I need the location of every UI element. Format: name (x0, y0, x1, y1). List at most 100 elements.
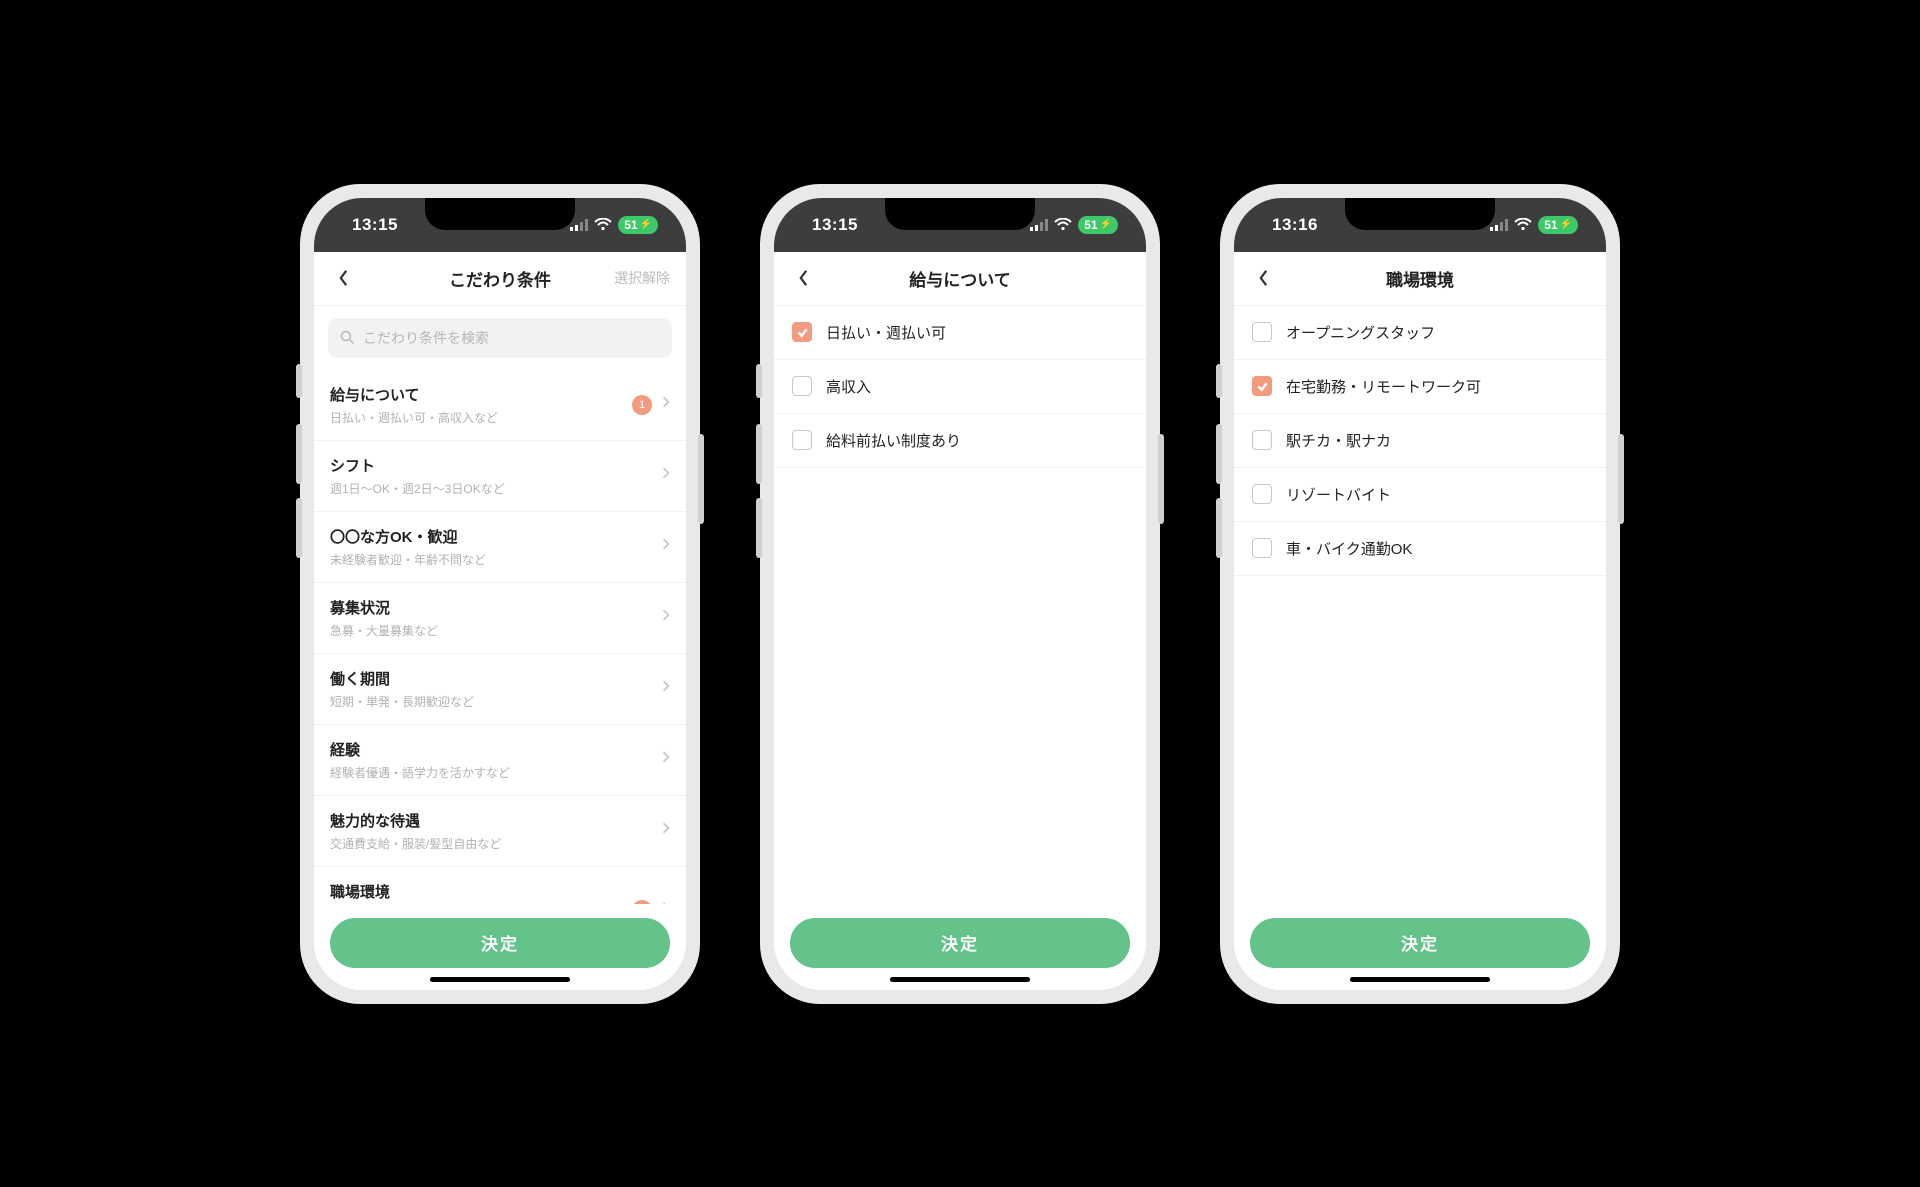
phone-side-button (296, 498, 302, 558)
category-subtitle: 経験者優遇・語学力を活かすなど (330, 764, 662, 781)
screen: 13:16 51⚡ 職場環境 オープニングスタッフ 在宅勤務・リモートワーク可 (1234, 198, 1606, 990)
wifi-icon (594, 218, 612, 231)
phone-mockup-3: 13:16 51⚡ 職場環境 オープニングスタッフ 在宅勤務・リモートワーク可 (1220, 184, 1620, 1004)
status-time: 13:15 (812, 215, 858, 235)
option-label: 高収入 (826, 376, 871, 397)
category-subtitle: 急募・大量募集など (330, 622, 662, 639)
phone-side-button (756, 498, 762, 558)
option-row[interactable]: 給料前払い制度あり (774, 414, 1146, 468)
phone-side-button (296, 424, 302, 484)
back-button[interactable] (328, 263, 358, 293)
option-row[interactable]: リゾートバイト (1234, 468, 1606, 522)
back-button[interactable] (788, 263, 818, 293)
phone-mockup-2: 13:15 51⚡ 給与について 日払い・週払い可 高収入 (760, 184, 1160, 1004)
battery-indicator: 51⚡ (618, 216, 658, 234)
phone-side-button (1216, 424, 1222, 484)
category-title: シフト (330, 455, 662, 476)
charging-bolt-icon: ⚡ (1560, 219, 1572, 230)
option-row[interactable]: 高収入 (774, 360, 1146, 414)
option-label: リゾートバイト (1286, 484, 1391, 505)
option-row[interactable]: オープニングスタッフ (1234, 306, 1606, 360)
option-list: オープニングスタッフ 在宅勤務・リモートワーク可 駅チカ・駅ナカ リゾートバイト… (1234, 306, 1606, 904)
category-subtitle: 未経験者歓迎・年齢不問など (330, 551, 662, 568)
chevron-right-icon (662, 750, 670, 769)
chevron-right-icon (662, 608, 670, 627)
category-subtitle: 日払い・週払い可・高収入など (330, 409, 632, 426)
search-input[interactable]: こだわり条件を検索 (328, 318, 672, 358)
option-row[interactable]: 日払い・週払い可 (774, 306, 1146, 360)
phone-mockup-1: 13:15 51⚡ こだわり条件 選択解除 こだわり条件を検索 給与について (300, 184, 700, 1004)
selection-count-badge: 1 (632, 395, 652, 415)
clear-selection-button[interactable]: 選択解除 (614, 268, 670, 288)
category-row[interactable]: 募集状況 急募・大量募集など (314, 583, 686, 654)
submit-button[interactable]: 決定 (330, 918, 670, 968)
option-label: 在宅勤務・リモートワーク可 (1286, 376, 1481, 397)
option-label: 日払い・週払い可 (826, 322, 946, 343)
home-indicator (1350, 977, 1490, 982)
phone-side-button (1618, 434, 1624, 524)
category-row[interactable]: シフト 週1日〜OK・週2日〜3日OKなど (314, 441, 686, 512)
category-list: 給与について 日払い・週払い可・高収入など 1 シフト 週1日〜OK・週2日〜3… (314, 370, 686, 904)
phone-side-button (756, 424, 762, 484)
checkbox[interactable] (1252, 376, 1272, 396)
category-row[interactable]: 働く期間 短期・単発・長期歓迎など (314, 654, 686, 725)
battery-level: 51 (624, 218, 637, 232)
nav-header: 給与について (774, 252, 1146, 306)
checkbox[interactable] (1252, 484, 1272, 504)
chevron-right-icon (662, 466, 670, 485)
page-title: 給与について (909, 266, 1011, 291)
status-time: 13:16 (1272, 215, 1318, 235)
checkbox[interactable] (1252, 430, 1272, 450)
phone-side-button (296, 364, 302, 398)
phone-side-button (1216, 498, 1222, 558)
category-subtitle: 短期・単発・長期歓迎など (330, 693, 662, 710)
battery-indicator: 51⚡ (1078, 216, 1118, 234)
status-bar: 13:15 51⚡ (774, 198, 1146, 252)
status-time: 13:15 (352, 215, 398, 235)
category-text: 職場環境 オープニングスタッフ・在宅勤務・リモートワーク可など (330, 881, 632, 904)
back-button[interactable] (1248, 263, 1278, 293)
category-text: 魅力的な待遇 交通費支給・服装/髪型自由など (330, 810, 662, 852)
category-row[interactable]: 〇〇な方OK・歓迎 未経験者歓迎・年齢不問など (314, 512, 686, 583)
option-label: 車・バイク通勤OK (1286, 538, 1412, 559)
category-title: 経験 (330, 739, 662, 760)
phone-side-button (1216, 364, 1222, 398)
chevron-left-icon (1258, 269, 1269, 287)
checkbox[interactable] (792, 376, 812, 396)
phone-side-button (756, 364, 762, 398)
checkbox[interactable] (1252, 538, 1272, 558)
cellular-signal-icon (1490, 219, 1508, 231)
category-row[interactable]: 経験 経験者優遇・語学力を活かすなど (314, 725, 686, 796)
phone-notch (425, 198, 575, 230)
category-title: 魅力的な待遇 (330, 810, 662, 831)
category-row[interactable]: 職場環境 オープニングスタッフ・在宅勤務・リモートワーク可など 1 (314, 867, 686, 904)
checkbox[interactable] (792, 430, 812, 450)
checkbox[interactable] (1252, 322, 1272, 342)
battery-level: 51 (1544, 218, 1557, 232)
submit-button[interactable]: 決定 (790, 918, 1130, 968)
chevron-left-icon (338, 269, 349, 287)
checkbox[interactable] (792, 322, 812, 342)
category-row[interactable]: 魅力的な待遇 交通費支給・服装/髪型自由など (314, 796, 686, 867)
chevron-right-icon (662, 537, 670, 556)
option-list: 日払い・週払い可 高収入 給料前払い制度あり (774, 306, 1146, 904)
phone-side-button (698, 434, 704, 524)
category-text: 働く期間 短期・単発・長期歓迎など (330, 668, 662, 710)
status-icons: 51⚡ (1490, 216, 1578, 234)
option-row[interactable]: 車・バイク通勤OK (1234, 522, 1606, 576)
category-title: 職場環境 (330, 881, 632, 902)
page-title: 職場環境 (1386, 266, 1454, 291)
category-text: 募集状況 急募・大量募集など (330, 597, 662, 639)
phone-notch (1345, 198, 1495, 230)
cellular-signal-icon (1030, 219, 1048, 231)
search-icon (340, 330, 355, 345)
option-row[interactable]: 駅チカ・駅ナカ (1234, 414, 1606, 468)
screen: 13:15 51⚡ こだわり条件 選択解除 こだわり条件を検索 給与について (314, 198, 686, 990)
status-bar: 13:15 51⚡ (314, 198, 686, 252)
wifi-icon (1514, 218, 1532, 231)
phone-side-button (1158, 434, 1164, 524)
category-row[interactable]: 給与について 日払い・週払い可・高収入など 1 (314, 370, 686, 441)
submit-button[interactable]: 決定 (1250, 918, 1590, 968)
category-title: 給与について (330, 384, 632, 405)
option-row[interactable]: 在宅勤務・リモートワーク可 (1234, 360, 1606, 414)
